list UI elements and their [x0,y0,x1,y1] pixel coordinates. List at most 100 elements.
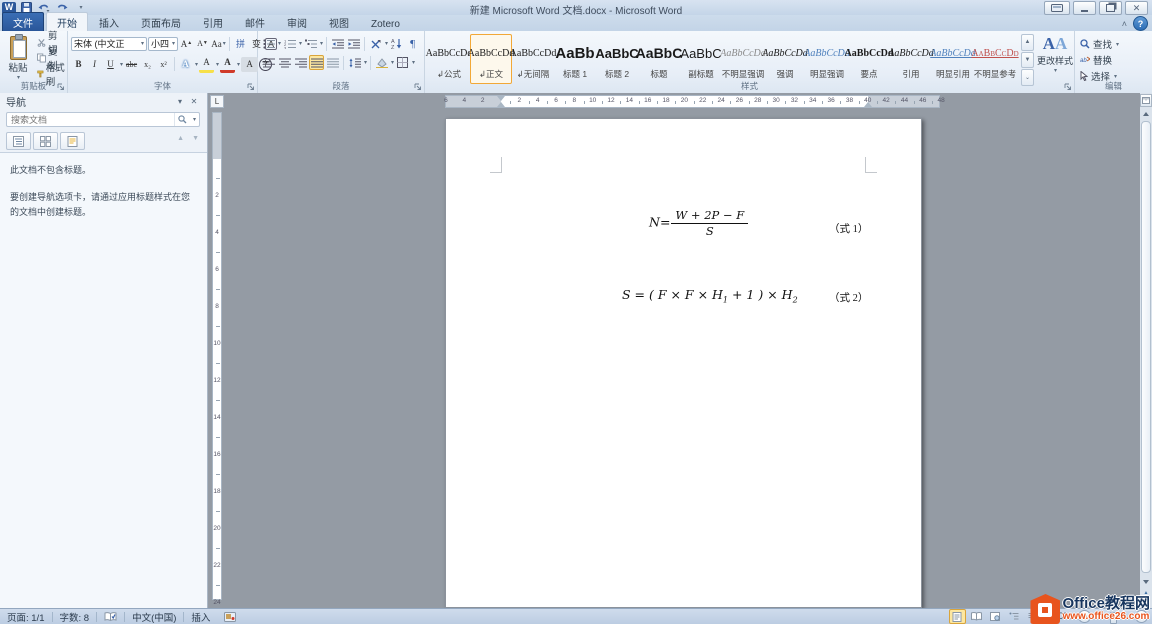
shading-dropdown[interactable]: ▾ [391,59,394,66]
style-chip-1[interactable]: AaBbCcDd↲公式 [428,34,470,84]
search-icon[interactable] [174,113,189,126]
style-chip-4[interactable]: AaBb标题 1 [554,34,596,84]
show-hide-marks-button[interactable]: ¶ [405,36,420,51]
browse-results-tab[interactable] [60,132,85,150]
clipboard-dialog-launcher[interactable] [57,83,65,91]
browse-pages-tab[interactable] [33,132,58,150]
bullets-button[interactable] [261,36,276,51]
font-color-button[interactable]: A [220,55,235,73]
italic-button[interactable]: I [87,57,102,72]
replace-button[interactable]: ab 替换 [1080,53,1112,67]
full-screen-reading-view-button[interactable] [968,609,985,624]
styles-dialog-launcher[interactable] [1064,83,1072,91]
nav-next-icon[interactable]: ▼ [192,135,199,142]
style-chip-5[interactable]: AaBbC标题 2 [596,34,638,84]
change-case-button[interactable]: Aa▾ [211,36,226,51]
borders-button[interactable] [395,55,410,70]
search-options-dropdown[interactable]: ▾ [189,113,199,126]
strikethrough-button[interactable]: abc [124,57,139,72]
underline-button[interactable]: U [103,57,118,72]
sort-button[interactable]: AZ [389,36,404,51]
document-page[interactable]: N=W + 2P − FS （式 1） S = ( F × F × H1 + 1… [445,118,922,608]
tab-Zotero[interactable]: Zotero [360,16,411,31]
decrease-indent-button[interactable] [330,36,345,51]
minimize-button[interactable] [1073,1,1096,15]
increase-indent-button[interactable] [346,36,361,51]
phonetic-guide-icon[interactable]: 拼 [233,36,248,51]
tab-邮件[interactable]: 邮件 [234,12,276,31]
format-painter-button[interactable]: 格式刷 [35,67,67,81]
text-effects-button[interactable]: A [178,57,193,72]
tab-stop-selector[interactable]: L [210,95,224,108]
style-chip-6[interactable]: AaBbC标题 [638,34,680,84]
line-spacing-button[interactable] [347,55,362,70]
paragraph-dialog-launcher[interactable] [414,83,422,91]
style-chip-11[interactable]: AaBbCcDd要点 [848,34,890,84]
document-search-box[interactable]: ▾ [6,112,200,127]
change-styles-button[interactable]: AA 更改样式 ▾ [1037,34,1073,86]
style-chip-9[interactable]: AaBbCcDd强调 [764,34,806,84]
tab-页面布局[interactable]: 页面布局 [130,12,192,31]
font-name-select[interactable]: 宋体 (中文正▾ [71,37,147,51]
distribute-button[interactable] [325,55,340,70]
asian-layout-dropdown[interactable]: ▾ [385,40,388,47]
text-effects-dropdown[interactable]: ▾ [195,61,198,68]
line-spacing-dropdown[interactable]: ▾ [364,59,367,66]
tab-视图[interactable]: 视图 [318,12,360,31]
numbering-button[interactable]: 123 [282,36,297,51]
proofing-status-icon[interactable] [97,612,124,622]
right-indent-marker[interactable] [864,102,872,107]
style-chip-2[interactable]: AaBbCcDd↲正文 [470,34,512,84]
underline-dropdown[interactable]: ▾ [120,61,123,68]
justify-button[interactable] [309,55,324,70]
scrollbar-thumb[interactable] [1141,121,1151,573]
close-button[interactable]: ✕ [1125,1,1148,15]
web-layout-view-button[interactable] [987,609,1004,624]
gallery-scroll-up-icon[interactable]: ▲ [1021,34,1034,51]
page-number-indicator[interactable]: 页面: 1/1 [0,610,52,624]
highlight-dropdown[interactable]: ▾ [216,61,219,68]
bold-button[interactable]: B [71,57,86,72]
style-chip-3[interactable]: AaBbCcDd↲无间隔 [512,34,554,84]
outline-view-button[interactable] [1006,609,1023,624]
ruler-toggle-button[interactable] [1140,94,1152,107]
find-button[interactable]: 查找▾ [1080,37,1119,51]
style-chip-12[interactable]: AaBbCcDd引用 [890,34,932,84]
numbering-dropdown[interactable]: ▾ [299,40,302,47]
vertical-scrollbar[interactable]: ▲▲ ● [1140,93,1152,608]
scroll-up-icon[interactable] [1140,108,1152,120]
print-layout-view-button[interactable] [949,609,966,624]
help-icon[interactable]: ? [1133,16,1148,31]
multilevel-list-button[interactable] [303,36,318,51]
font-dialog-launcher[interactable] [247,83,255,91]
borders-dropdown[interactable]: ▾ [412,59,415,66]
superscript-button[interactable]: x² [156,57,171,72]
style-chip-8[interactable]: AaBbCcDd不明显强调 [722,34,764,84]
vertical-ruler[interactable]: 24681012141618202224 [212,112,222,600]
nav-previous-icon[interactable]: ▲ [177,135,184,142]
language-indicator[interactable]: 中文(中国) [125,610,183,624]
navigation-pane-close-icon[interactable]: ✕ [187,96,201,108]
asian-layout-button[interactable] [368,36,383,51]
gallery-scroll-down-icon[interactable]: ▼ [1021,52,1034,69]
search-input[interactable] [7,115,174,125]
insert-mode-indicator[interactable]: 插入 [184,610,217,624]
restore-button[interactable] [1099,1,1122,15]
ribbon-options-button[interactable] [1044,1,1070,15]
tab-审阅[interactable]: 审阅 [276,12,318,31]
navigation-pane-options-icon[interactable]: ▾ [173,96,187,108]
highlight-color-button[interactable]: A [199,55,214,73]
scroll-down-icon[interactable] [1140,576,1152,588]
align-left-button[interactable] [261,55,276,70]
hanging-indent-marker[interactable] [497,102,505,107]
equation-1[interactable]: N=W + 2P − FS [649,209,749,237]
align-right-button[interactable] [293,55,308,70]
style-chip-10[interactable]: AaBbCcDd明显强调 [806,34,848,84]
font-size-select[interactable]: 小四▾ [148,37,178,51]
align-center-button[interactable] [277,55,292,70]
first-line-indent-marker[interactable] [497,96,505,101]
grow-font-button[interactable]: A▲ [179,36,194,51]
font-color-dropdown[interactable]: ▾ [237,61,240,68]
subscript-button[interactable]: x₂ [140,57,155,72]
browse-headings-tab[interactable] [6,132,31,150]
